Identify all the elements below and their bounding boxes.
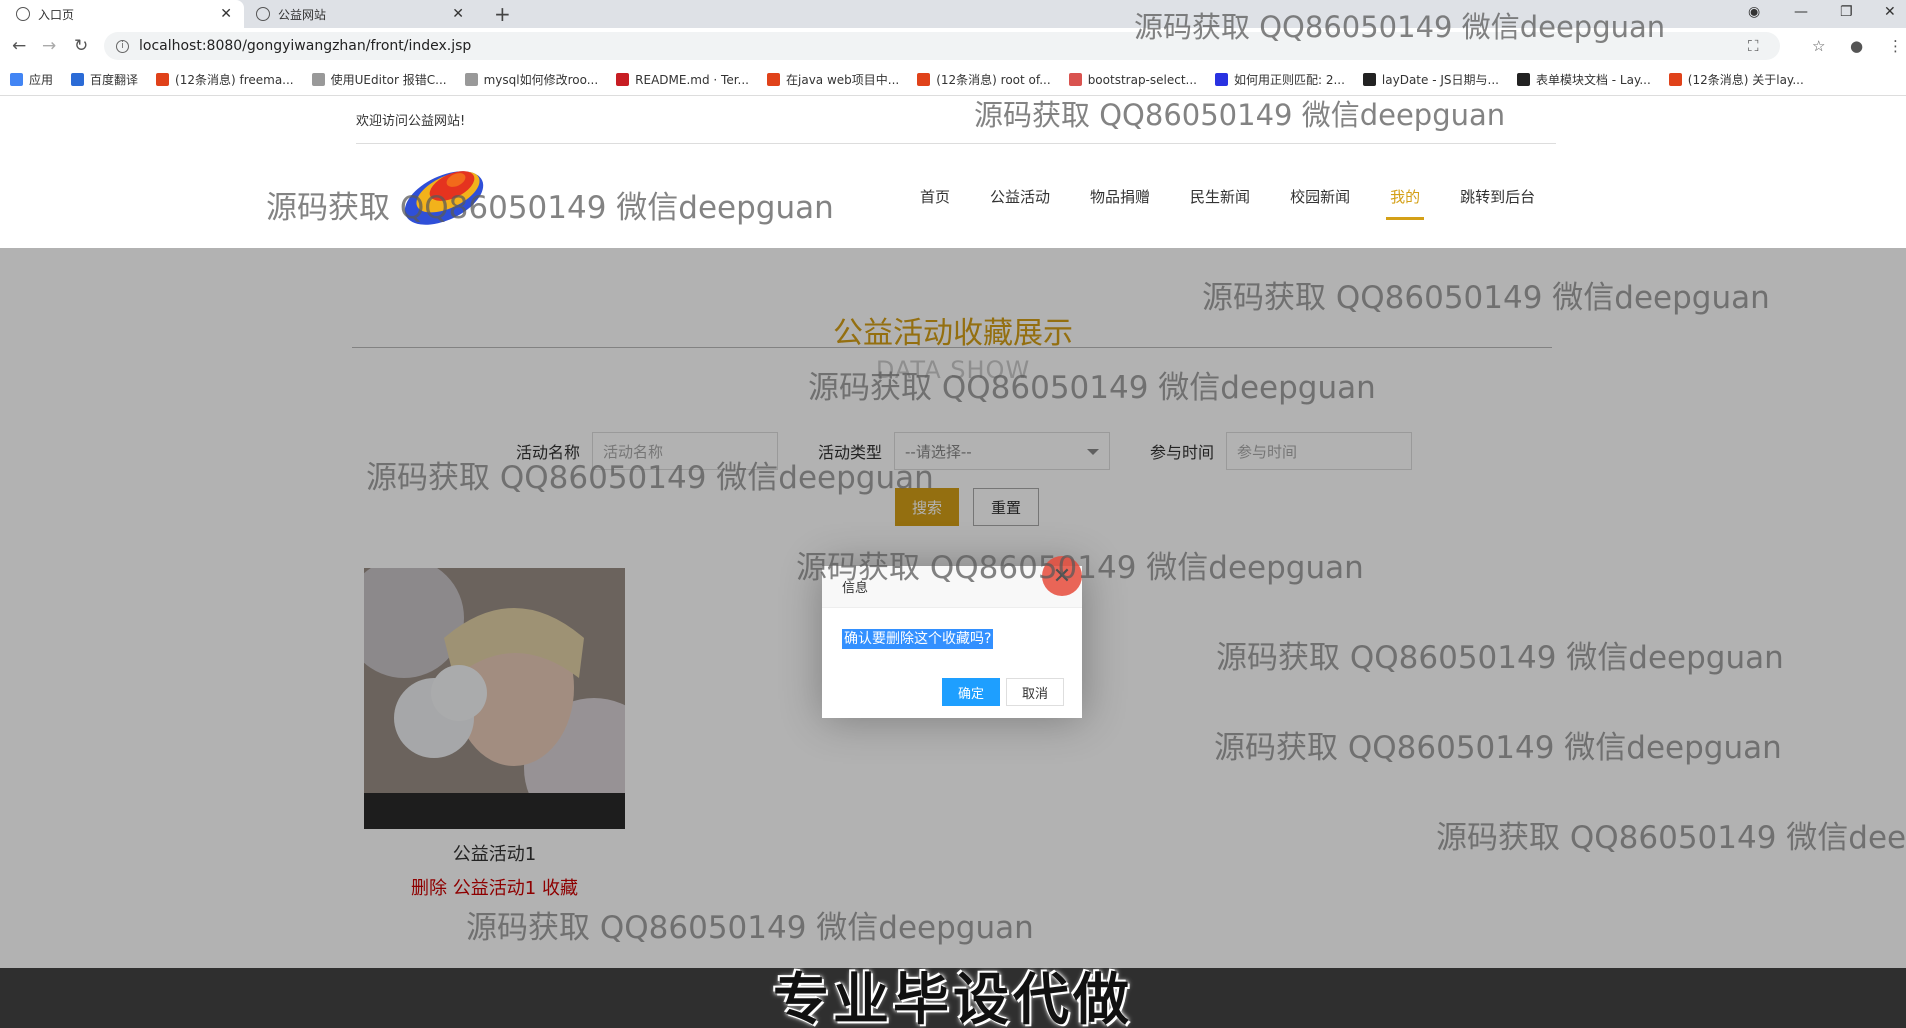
url-text: localhost:8080/gongyiwangzhan/front/inde…	[139, 38, 472, 54]
tab-site[interactable]: 公益网站 ✕	[246, 0, 476, 28]
nav-activities[interactable]: 公益活动	[990, 144, 1050, 248]
nav-donations[interactable]: 物品捐赠	[1090, 144, 1150, 248]
close-icon[interactable]: ✕	[452, 6, 464, 22]
close-window-button[interactable]: ✕	[1884, 4, 1896, 20]
close-icon[interactable]: ✕	[220, 6, 232, 22]
reload-icon[interactable]: ↻	[74, 36, 88, 56]
nav-campus-news[interactable]: 校园新闻	[1290, 144, 1350, 248]
forward-icon[interactable]: →	[42, 36, 56, 56]
address-row: ← → ↻ i localhost:8080/gongyiwangzhan/fr…	[0, 28, 1906, 64]
dialog-message: 确认要删除这个收藏吗?	[842, 629, 994, 649]
close-icon[interactable]: ✕	[1042, 556, 1082, 596]
bookmark-item[interactable]: 百度翻译	[71, 71, 138, 88]
browser-tabstrip: 入口页 ✕ 公益网站 ✕ + ◉ — ❐ ✕	[0, 0, 1906, 28]
bookmarks-bar: 应用 百度翻译 (12条消息) freema... 使用UEditor 报错C.…	[0, 64, 1906, 96]
site-logo[interactable]	[398, 154, 490, 234]
bookmark-item[interactable]: (12条消息) freema...	[156, 71, 294, 88]
new-tab-button[interactable]: +	[494, 2, 511, 26]
tab-title: 入口页	[38, 7, 75, 22]
nav-home[interactable]: 首页	[920, 144, 950, 248]
info-icon[interactable]: i	[116, 39, 129, 53]
dialog-body: 确认要删除这个收藏吗?	[822, 608, 1082, 649]
bookmark-item[interactable]: 如何用正则匹配: 2...	[1214, 71, 1345, 88]
bookmark-item[interactable]: (12条消息) root of...	[917, 71, 1051, 88]
csdn-icon	[1668, 73, 1682, 86]
url-bar[interactable]: i localhost:8080/gongyiwangzhan/front/in…	[104, 32, 1780, 60]
bookmark-item[interactable]: bootstrap-select...	[1068, 73, 1197, 87]
tab-title: 公益网站	[278, 7, 327, 22]
cancel-button[interactable]: 取消	[1005, 678, 1064, 706]
page-icon	[1068, 73, 1082, 86]
page-icon	[311, 73, 325, 86]
minimize-button[interactable]: —	[1794, 4, 1808, 20]
nav-mine[interactable]: 我的	[1386, 144, 1425, 248]
globe-icon	[16, 7, 30, 21]
apps-icon	[10, 73, 23, 86]
profile-menu-icon[interactable]: ◉	[1748, 4, 1760, 20]
video-caption: 专业毕设代做	[773, 968, 1133, 1028]
avatar[interactable]: ●	[1850, 37, 1863, 55]
bookmark-item[interactable]: (12条消息) 关于lay...	[1668, 71, 1804, 88]
dialog-buttons: 确定 取消	[936, 678, 1064, 706]
baidu-icon	[1214, 73, 1228, 86]
nav-admin[interactable]: 跳转到后台	[1460, 144, 1535, 248]
layui-icon	[1516, 73, 1530, 86]
site-header: 首页 公益活动 物品捐赠 民生新闻 校园新闻 我的 跳转到后台	[0, 144, 1906, 248]
back-icon[interactable]: ←	[12, 36, 26, 56]
more-icon[interactable]: ⋮	[1888, 37, 1903, 55]
tab-entry[interactable]: 入口页 ✕	[0, 0, 244, 28]
bookmark-item[interactable]: mysql如何修改roo...	[464, 71, 598, 88]
csdn-icon	[156, 73, 170, 86]
csdn-icon	[917, 73, 931, 86]
confirm-dialog: 信息 ✕ 确认要删除这个收藏吗? 确定 取消	[822, 556, 1082, 718]
csdn-icon	[767, 73, 780, 86]
bookmark-item[interactable]: 表单模块文档 - Lay...	[1516, 71, 1651, 88]
translate-icon[interactable]: ⛶	[1748, 37, 1759, 55]
bookmark-item[interactable]: 在java web项目中...	[767, 71, 899, 88]
layui-icon	[1362, 73, 1376, 86]
bookmark-item[interactable]: README.md · Ter...	[616, 73, 749, 87]
main-nav: 首页 公益活动 物品捐赠 民生新闻 校园新闻 我的 跳转到后台	[900, 144, 1555, 248]
page-icon	[464, 73, 478, 86]
restore-button[interactable]: ❐	[1840, 4, 1853, 20]
translate-icon	[71, 73, 85, 86]
welcome-text: 欢迎访问公益网站!	[356, 114, 466, 129]
shield-icon	[256, 7, 270, 21]
confirm-button[interactable]: 确定	[941, 678, 1000, 706]
star-icon[interactable]: ☆	[1812, 37, 1825, 55]
gitee-icon	[616, 73, 630, 86]
bookmark-item[interactable]: layDate - JS日期与...	[1362, 71, 1499, 88]
nav-livelihood-news[interactable]: 民生新闻	[1190, 144, 1250, 248]
bookmark-item[interactable]: 使用UEditor 报错C...	[311, 71, 447, 88]
top-bar: 欢迎访问公益网站!	[356, 96, 1556, 144]
bookmark-apps[interactable]: 应用	[10, 71, 53, 88]
